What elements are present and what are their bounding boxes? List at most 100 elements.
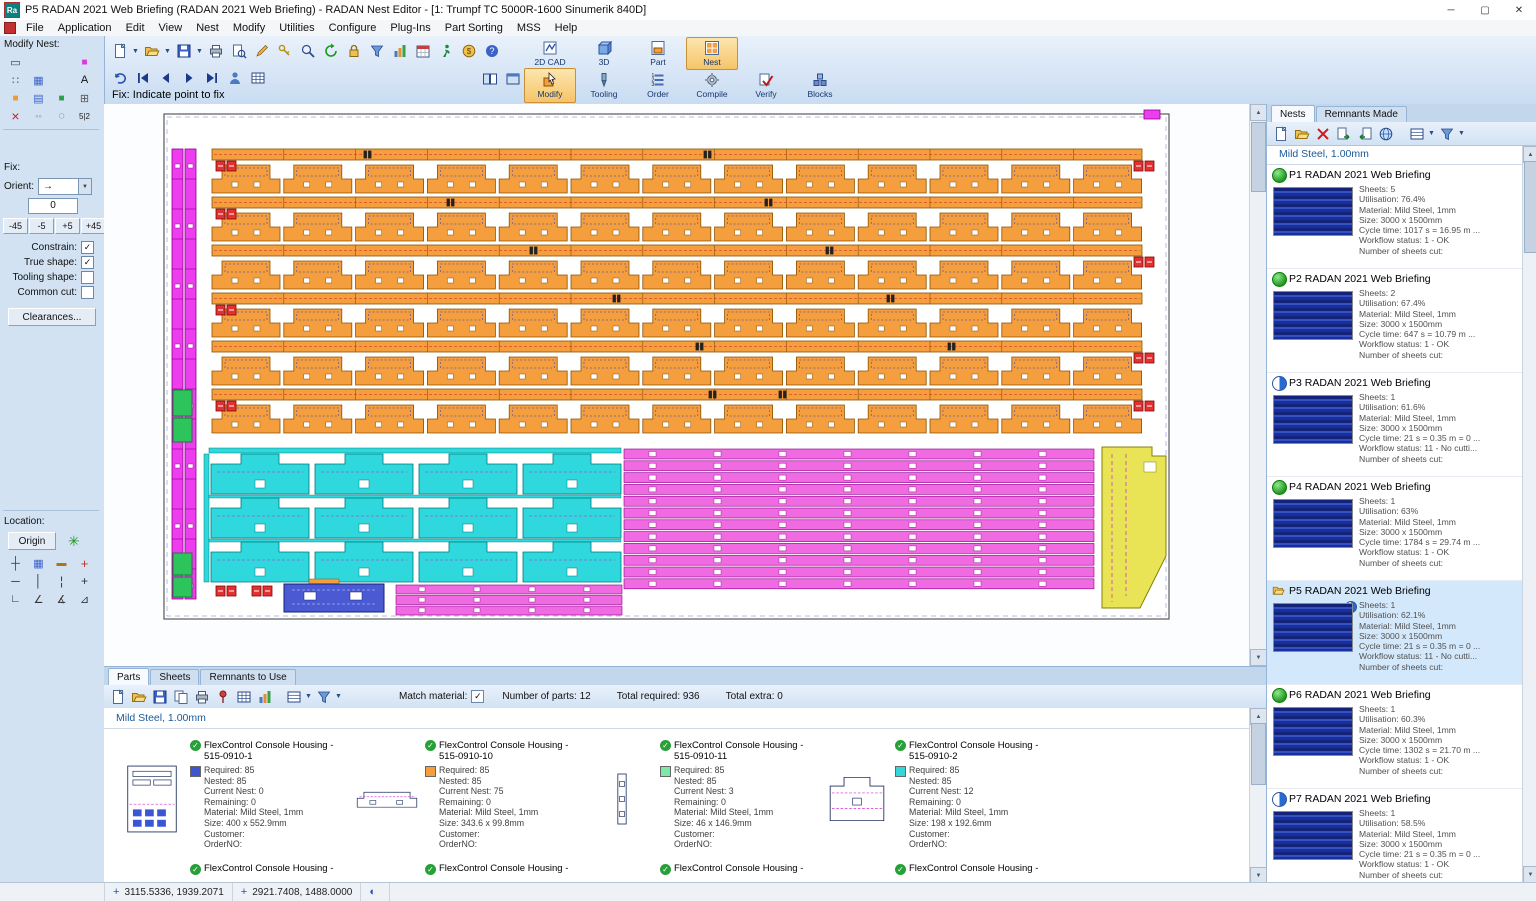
- material-group-header[interactable]: Mild Steel, 1.00mm: [1267, 146, 1523, 165]
- nest-thumbnail[interactable]: [1273, 707, 1353, 756]
- help-icon[interactable]: ?: [480, 40, 503, 62]
- vline-icon[interactable]: │: [27, 572, 50, 590]
- zoom-icon[interactable]: [296, 40, 319, 62]
- maximize-button[interactable]: ▢: [1468, 0, 1502, 20]
- sort-options-icon[interactable]: [313, 686, 334, 708]
- nest-list-item[interactable]: P4 RADAN 2021 Web BriefingSheets: 1Utili…: [1267, 477, 1523, 581]
- dropdown-arrow-icon[interactable]: ▼: [163, 48, 172, 55]
- nest-list-item[interactable]: P3 RADAN 2021 Web BriefingSheets: 1Utili…: [1267, 373, 1523, 477]
- delete-red-icon[interactable]: ×: [4, 107, 27, 125]
- stage-button-blocks[interactable]: Blocks: [794, 68, 846, 103]
- grid-fill-icon[interactable]: ▦: [27, 554, 50, 572]
- import-icon[interactable]: [1354, 123, 1375, 145]
- mode-button-2d-cad[interactable]: 2D CAD: [524, 37, 576, 70]
- snap-star-icon[interactable]: ✳: [68, 533, 80, 550]
- tab-parts[interactable]: Parts: [108, 668, 149, 685]
- delete-icon[interactable]: [1312, 123, 1333, 145]
- canvas-vscrollbar[interactable]: ▲ ▼: [1249, 104, 1266, 666]
- dropdown-arrow-icon[interactable]: ▼: [1427, 130, 1436, 137]
- preview-icon[interactable]: [227, 40, 250, 62]
- table-blue-icon[interactable]: ▤: [27, 89, 50, 107]
- nest-thumbnail[interactable]: [1273, 499, 1353, 548]
- scroll-up-icon[interactable]: ▲: [1250, 104, 1266, 121]
- scroll-down-icon[interactable]: ▼: [1523, 866, 1536, 883]
- runner-icon[interactable]: [434, 40, 457, 62]
- print-icon[interactable]: [204, 40, 227, 62]
- menu-mss[interactable]: MSS: [510, 22, 548, 34]
- globe-icon[interactable]: [1375, 123, 1396, 145]
- edit-icon[interactable]: [250, 40, 273, 62]
- copy-icon[interactable]: [170, 686, 191, 708]
- export-icon[interactable]: [1333, 123, 1354, 145]
- angle-button-plus45[interactable]: +45: [81, 218, 106, 234]
- save-icon[interactable]: [172, 40, 195, 62]
- menu-help[interactable]: Help: [548, 22, 585, 34]
- single-window-icon[interactable]: [501, 68, 524, 90]
- nest-list-item[interactable]: P2 RADAN 2021 Web BriefingSheets: 2Utili…: [1267, 269, 1523, 373]
- angle-button-plus5[interactable]: +5: [55, 218, 80, 234]
- corner-icon[interactable]: ∟: [4, 590, 27, 608]
- menu-part-sorting[interactable]: Part Sorting: [438, 22, 510, 34]
- minimize-button[interactable]: ─: [1434, 0, 1468, 20]
- mode-button-part[interactable]: Part: [632, 37, 684, 70]
- ratio-5-2-icon[interactable]: 5|2: [73, 107, 96, 125]
- dropdown-arrow-icon[interactable]: ▼: [304, 686, 313, 708]
- vdots-icon[interactable]: ¦: [50, 572, 73, 590]
- close-button[interactable]: ✕: [1502, 0, 1536, 20]
- open-icon[interactable]: [1291, 123, 1312, 145]
- grid-icon[interactable]: [246, 67, 269, 89]
- menu-file[interactable]: File: [19, 22, 51, 34]
- view-options-icon[interactable]: [283, 686, 304, 708]
- menu-modify[interactable]: Modify: [226, 22, 272, 34]
- nest-list-item[interactable]: P7 RADAN 2021 Web BriefingSheets: 1Utili…: [1267, 789, 1523, 883]
- checkbox-constrain[interactable]: ✓: [81, 241, 94, 254]
- system-menu-icon[interactable]: [4, 22, 16, 34]
- stage-button-compile[interactable]: Compile: [686, 68, 738, 103]
- angle-marked-icon[interactable]: ∡: [50, 590, 73, 608]
- user-icon[interactable]: [223, 67, 246, 89]
- tab-sheets[interactable]: Sheets: [150, 669, 199, 685]
- stage-button-order[interactable]: 123Order: [632, 68, 684, 103]
- ruler-icon[interactable]: ▬: [50, 554, 73, 572]
- sort-options-icon[interactable]: [1436, 123, 1457, 145]
- nest-list-item[interactable]: P5 RADAN 2021 Web BriefingSheets: 1Utili…: [1267, 581, 1523, 685]
- nav-first-icon[interactable]: [131, 67, 154, 89]
- lock-icon[interactable]: [342, 40, 365, 62]
- checkbox-common-cut[interactable]: [81, 286, 94, 299]
- save-icon[interactable]: [149, 686, 170, 708]
- nav-next-icon[interactable]: [177, 67, 200, 89]
- chevron-down-icon[interactable]: ▼: [78, 179, 91, 194]
- scroll-down-icon[interactable]: ▼: [1250, 649, 1266, 666]
- grid-plus-icon[interactable]: ⊞: [73, 89, 96, 107]
- nav-prev-icon[interactable]: [154, 67, 177, 89]
- menu-application[interactable]: Application: [51, 22, 119, 34]
- part-magenta-icon[interactable]: ■: [73, 53, 96, 71]
- parts-scrollbar[interactable]: ▲ ▼: [1249, 708, 1266, 884]
- array-green-icon[interactable]: ∷: [4, 71, 27, 89]
- nest-list-item[interactable]: P6 RADAN 2021 Web BriefingSheets: 1Utili…: [1267, 685, 1523, 789]
- dropdown-arrow-icon[interactable]: ▼: [1457, 130, 1466, 137]
- fill-green-icon[interactable]: ■: [50, 89, 73, 107]
- grid-blue-icon[interactable]: ▦: [27, 71, 50, 89]
- grid-cross-icon[interactable]: ┼: [4, 554, 27, 572]
- select-rect-icon[interactable]: ▭: [4, 53, 27, 71]
- part-list-item[interactable]: ✓FlexControl Console Housing -515-0910-1…: [353, 738, 588, 860]
- dropdown-arrow-icon[interactable]: ▼: [131, 48, 140, 55]
- plus-icon[interactable]: +: [73, 572, 96, 590]
- menu-plug-ins[interactable]: Plug-Ins: [383, 22, 437, 34]
- filter-icon[interactable]: [365, 40, 388, 62]
- clearances-button[interactable]: Clearances...: [8, 308, 96, 326]
- new-icon[interactable]: [1270, 123, 1291, 145]
- stats-icon[interactable]: [388, 40, 411, 62]
- material-group-header[interactable]: Mild Steel, 1.00mm: [104, 710, 1250, 729]
- axis-icon[interactable]: +: [73, 554, 96, 572]
- part-list-item[interactable]: ✓FlexControl Console Housing -: [823, 863, 1058, 883]
- keys-icon[interactable]: [273, 40, 296, 62]
- stats-icon[interactable]: [254, 686, 275, 708]
- undo-icon[interactable]: [108, 67, 131, 89]
- mode-button-nest[interactable]: Nest: [686, 37, 738, 70]
- stage-button-modify[interactable]: Modify: [524, 68, 576, 103]
- scroll-thumb[interactable]: [1251, 122, 1266, 192]
- nest-list-item[interactable]: P1 RADAN 2021 Web BriefingSheets: 5Utili…: [1267, 165, 1523, 269]
- nests-scrollbar[interactable]: ▲ ▼: [1522, 146, 1536, 883]
